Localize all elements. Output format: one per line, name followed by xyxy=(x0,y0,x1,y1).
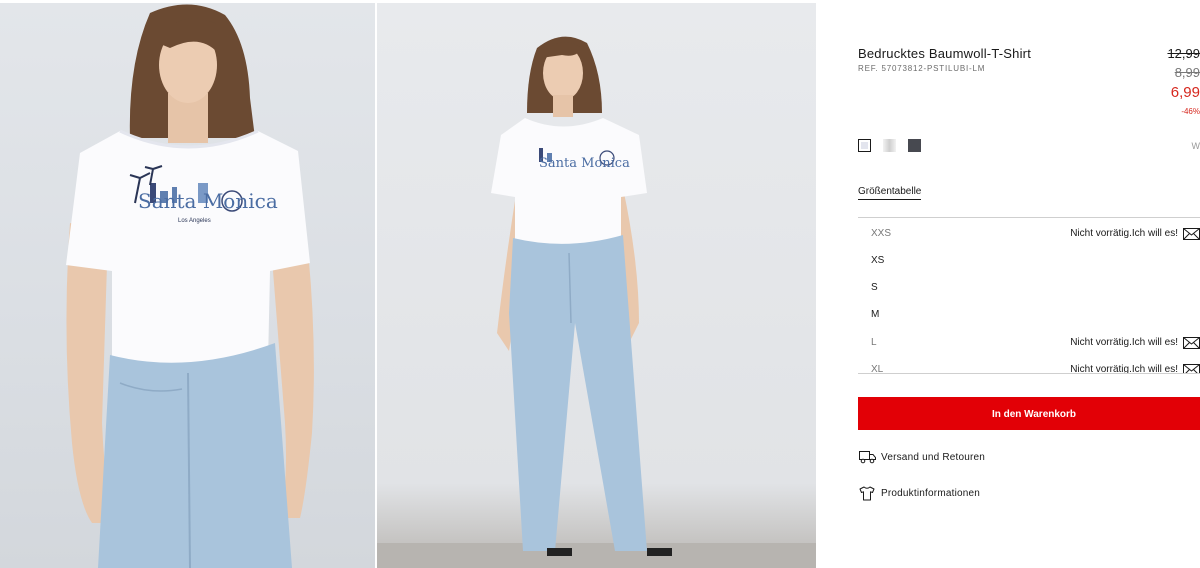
tshirt-icon xyxy=(859,486,875,501)
colors-label-partial: W xyxy=(1191,141,1200,151)
size-label: XS xyxy=(871,255,885,266)
model-closeup-illustration: Santa Monica Los Angeles xyxy=(66,4,314,568)
print-text-small: Santa Monica xyxy=(539,156,630,171)
product-image-fullbody[interactable]: Santa Monica xyxy=(377,3,816,568)
product-info-link[interactable]: Produktinformationen xyxy=(858,486,1058,504)
size-label: S xyxy=(871,282,878,293)
size-option-xxs[interactable]: XXS Nicht vorrätig.Ich will es! xyxy=(858,221,1200,248)
add-to-cart-button[interactable]: In den Warenkorb xyxy=(858,397,1200,430)
envelope-icon[interactable] xyxy=(1183,364,1200,374)
size-label: XL xyxy=(871,364,884,374)
product-info-label: Produktinformationen xyxy=(881,488,981,499)
price-previous: 8,99 xyxy=(1174,65,1200,80)
price-original: 12,99 xyxy=(1167,46,1200,61)
size-option-s[interactable]: S xyxy=(858,275,1200,302)
add-to-cart-label: In den Warenkorb xyxy=(991,409,1077,420)
discount-badge: -46% xyxy=(1181,107,1200,116)
price-current: 6,99 xyxy=(1170,84,1200,101)
product-info-panel: Bedrucktes Baumwoll-T-Shirt REF. 5707381… xyxy=(858,0,1200,568)
truck-icon xyxy=(859,451,876,464)
size-option-xl[interactable]: XL Nicht vorrätig.Ich will es! xyxy=(858,357,1200,374)
size-option-xs[interactable]: XS xyxy=(858,248,1200,275)
product-title: Bedrucktes Baumwoll-T-Shirt xyxy=(858,46,1032,61)
envelope-icon[interactable] xyxy=(1183,337,1200,349)
shipping-returns-label: Versand und Retouren xyxy=(881,452,986,463)
size-status: Nicht vorrätig.Ich will es! xyxy=(1070,364,1178,374)
size-list: XXS Nicht vorrätig.Ich will es! XS S M L… xyxy=(858,217,1200,374)
color-swatch-white-gradient[interactable] xyxy=(883,139,896,152)
color-swatch-light-blue[interactable] xyxy=(858,139,871,152)
model-fullbody-illustration: Santa Monica xyxy=(377,36,816,568)
product-image-closeup[interactable]: Santa Monica Los Angeles xyxy=(0,3,375,568)
size-option-l[interactable]: L Nicht vorrätig.Ich will es! xyxy=(858,330,1200,357)
print-text: Santa Monica xyxy=(138,189,278,213)
size-label: XXS xyxy=(871,228,892,239)
size-label: L xyxy=(871,337,877,348)
print-subtext: Los Angeles xyxy=(178,218,211,224)
product-ref: REF. 57073812-PSTILUBI-LM xyxy=(858,64,986,73)
size-chart-link[interactable]: Größentabelle xyxy=(858,186,922,200)
size-option-m[interactable]: M xyxy=(858,302,1200,329)
shipping-returns-link[interactable]: Versand und Retouren xyxy=(858,450,1058,468)
size-label: M xyxy=(871,309,880,320)
size-status: Nicht vorrätig.Ich will es! xyxy=(1070,337,1178,348)
color-swatch-dark-grey[interactable] xyxy=(908,139,921,152)
envelope-icon[interactable] xyxy=(1183,228,1200,240)
size-status: Nicht vorrätig.Ich will es! xyxy=(1070,228,1178,239)
